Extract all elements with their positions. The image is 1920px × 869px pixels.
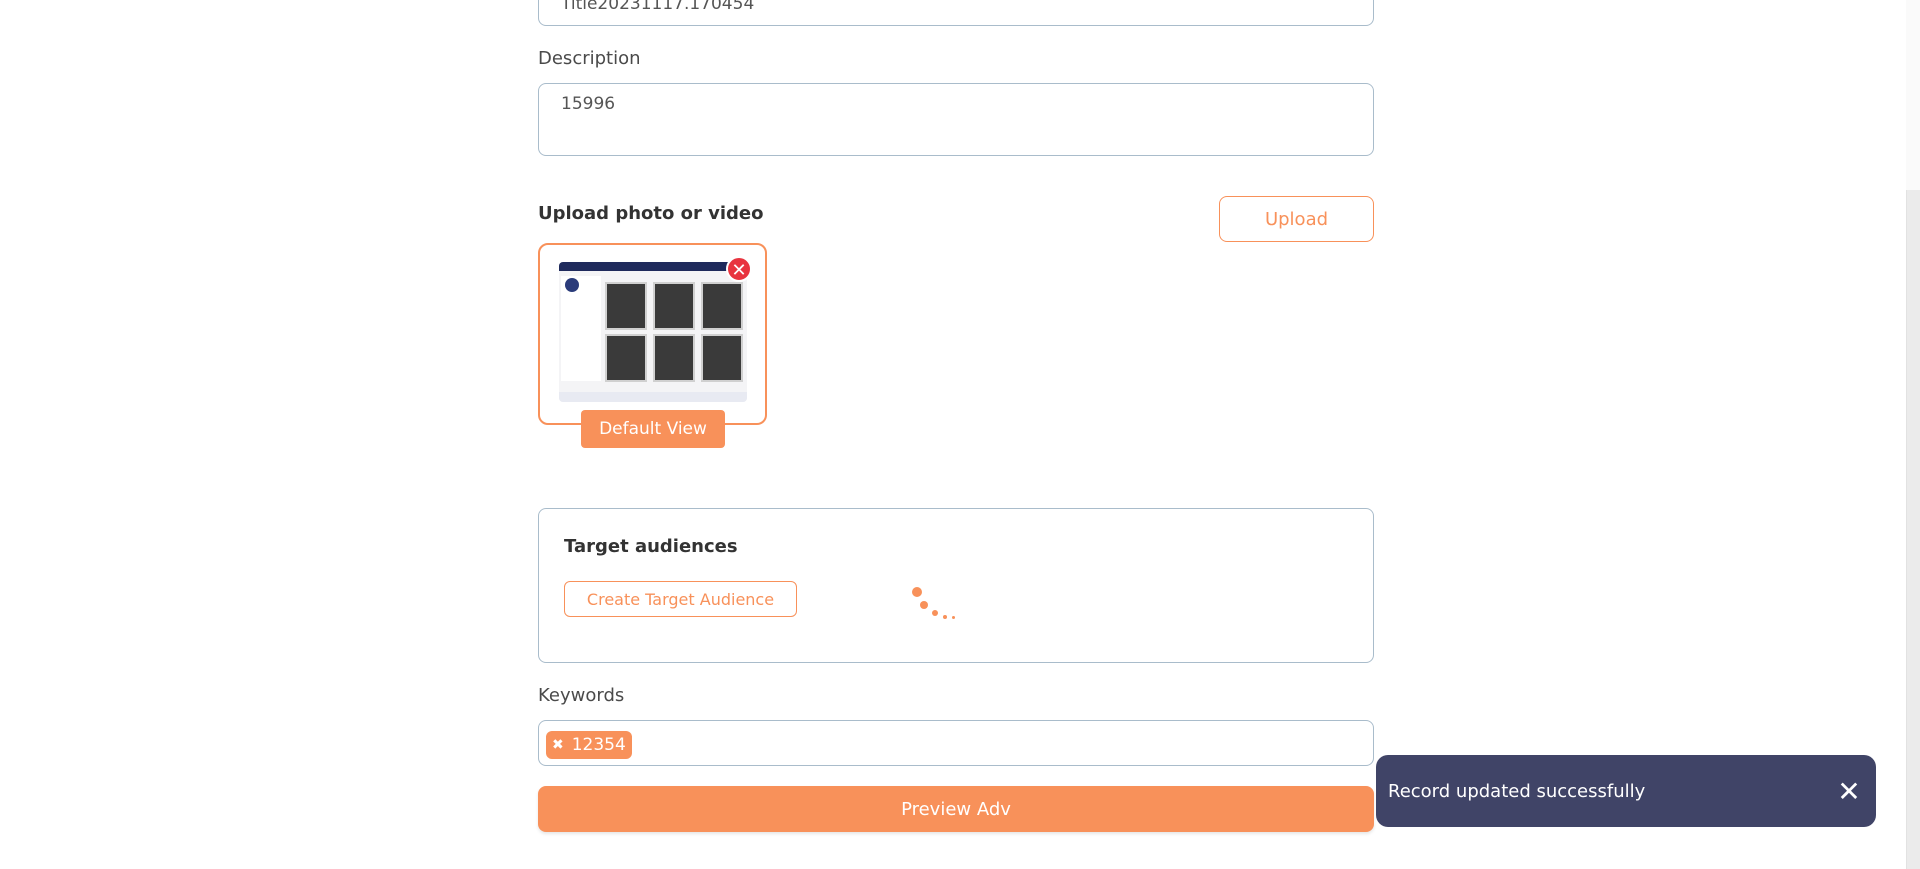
toast-message: Record updated successfully <box>1388 780 1646 802</box>
success-toast: Record updated successfully ✕ <box>1376 755 1876 827</box>
preview-avatar <box>565 278 579 292</box>
description-label: Description <box>538 48 641 69</box>
toast-close-icon[interactable]: ✕ <box>1834 775 1864 808</box>
spinner-dot <box>932 610 938 616</box>
preview-tile <box>653 282 695 330</box>
remove-keyword-close-icon[interactable]: ✖ <box>552 731 564 759</box>
preview-tile <box>605 282 647 330</box>
keywords-input[interactable]: ✖ 12354 <box>538 720 1374 766</box>
description-input[interactable]: 15996 <box>538 83 1374 156</box>
keyword-chip: ✖ 12354 <box>546 731 632 759</box>
keywords-label: Keywords <box>538 685 625 706</box>
description-input-value: 15996 <box>561 94 616 114</box>
spinner-dot <box>943 615 947 619</box>
target-audiences-title: Target audiences <box>564 536 738 557</box>
spinner-dot <box>920 601 928 609</box>
preview-sidebar <box>561 276 601 381</box>
media-preview-image <box>559 262 747 402</box>
preview-tile <box>605 334 647 382</box>
ad-form-page: Title20231117.170454 Description 15996 U… <box>0 0 1920 869</box>
scrollbar-track[interactable] <box>1906 0 1920 869</box>
keyword-chip-label: 12354 <box>571 735 626 755</box>
preview-taskbar <box>559 392 747 402</box>
preview-navbar <box>559 262 747 271</box>
default-view-badge: Default View <box>581 410 725 448</box>
title-input[interactable]: Title20231117.170454 <box>538 0 1374 26</box>
upload-section-title: Upload photo or video <box>538 203 764 224</box>
preview-adv-button[interactable]: Preview Adv <box>538 786 1374 832</box>
title-input-value: Title20231117.170454 <box>561 0 755 14</box>
spinner-dot <box>912 587 922 597</box>
spinner-dot <box>952 616 955 619</box>
preview-tile <box>701 334 743 382</box>
remove-media-close-icon[interactable]: ✕ <box>726 256 752 282</box>
upload-button[interactable]: Upload <box>1219 196 1374 242</box>
scrollbar-thumb[interactable] <box>1906 190 1920 869</box>
preview-tile <box>701 282 743 330</box>
create-target-audience-button[interactable]: Create Target Audience <box>564 581 797 617</box>
preview-tile <box>653 334 695 382</box>
target-audiences-panel: Target audiences Create Target Audience <box>538 508 1374 663</box>
